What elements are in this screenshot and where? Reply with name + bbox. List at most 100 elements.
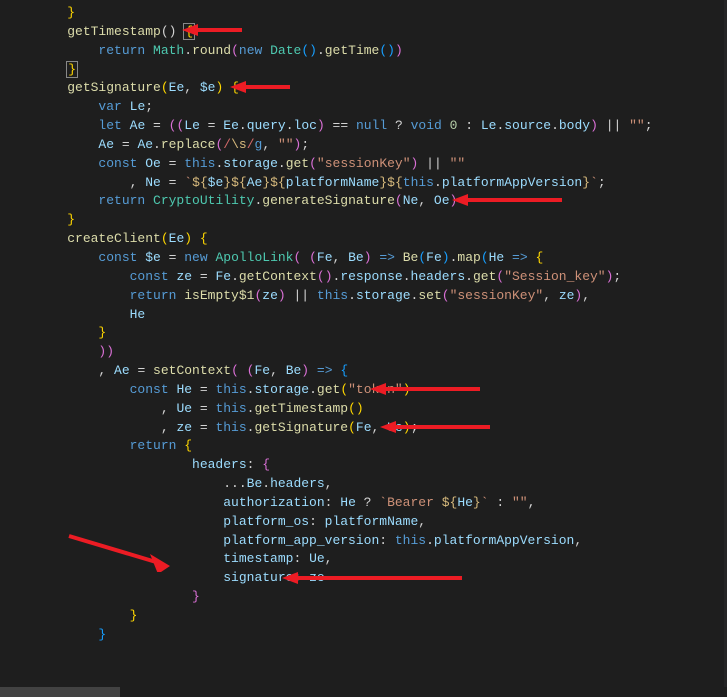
horizontal-scrollbar[interactable]	[0, 687, 727, 697]
code-line[interactable]: createClient(Ee) {	[0, 230, 727, 249]
code-token: setContext	[153, 363, 231, 378]
code-token: =>	[379, 250, 395, 265]
code-line[interactable]: timestamp: Ue,	[0, 550, 727, 569]
code-token: .	[348, 288, 356, 303]
code-token: "sessionKey"	[317, 156, 411, 171]
code-token: }	[98, 325, 106, 340]
code-line[interactable]: }	[0, 211, 727, 230]
code-token: )	[364, 250, 380, 265]
code-token: )	[184, 231, 200, 246]
code-token: Ee	[169, 231, 185, 246]
code-token: }	[192, 589, 200, 604]
code-line[interactable]: ))	[0, 343, 727, 362]
code-token: =	[192, 420, 215, 435]
code-token: :	[379, 533, 395, 548]
code-line[interactable]: , Ne = `${$e}${Ae}${platformName}${this.…	[0, 174, 727, 193]
code-token: return	[98, 43, 153, 58]
code-line[interactable]: signature: ze	[0, 569, 727, 588]
code-line[interactable]: return {	[0, 437, 727, 456]
code-token: ${	[231, 175, 247, 190]
code-line[interactable]: const He = this.storage.get("token")	[0, 381, 727, 400]
code-line[interactable]: getTimestamp() {	[0, 23, 727, 42]
code-token: ()	[317, 269, 333, 284]
code-token: this	[395, 533, 426, 548]
code-token: createClient	[67, 231, 161, 246]
code-line[interactable]: He	[0, 306, 727, 325]
code-token: =	[130, 363, 153, 378]
code-line[interactable]: , ze = this.getSignature(Fe, Ue);	[0, 419, 727, 438]
code-token: storage	[254, 382, 309, 397]
code-token: .	[434, 175, 442, 190]
code-line[interactable]: }	[0, 4, 727, 23]
code-line[interactable]: let Ae = ((Le = Ee.query.loc) == null ? …	[0, 117, 727, 136]
code-token: {	[184, 438, 192, 453]
code-line[interactable]: return CryptoUtility.generateSignature(N…	[0, 192, 727, 211]
code-token: ((	[169, 118, 185, 133]
code-line[interactable]: }	[0, 324, 727, 343]
code-line[interactable]: }	[0, 607, 727, 626]
code-token: }	[262, 175, 270, 190]
code-token: (	[418, 250, 426, 265]
code-token: ,	[418, 514, 426, 529]
code-token: platformName	[286, 175, 380, 190]
code-line[interactable]: authorization: He ? `Bearer ${He}` : "",	[0, 494, 727, 513]
code-token: getSignature	[254, 420, 348, 435]
code-token: :	[247, 457, 263, 472]
code-token: `	[590, 175, 598, 190]
code-line[interactable]: ...Be.headers,	[0, 475, 727, 494]
code-token: Le	[481, 118, 497, 133]
code-line[interactable]: headers: {	[0, 456, 727, 475]
code-token: storage	[356, 288, 411, 303]
code-token: authorization	[223, 495, 324, 510]
code-line[interactable]: const ze = Fe.getContext().response.head…	[0, 268, 727, 287]
code-line[interactable]: platform_app_version: this.platformAppVe…	[0, 532, 727, 551]
code-editor[interactable]: } getTimestamp() { return Math.round(new…	[0, 0, 727, 645]
code-token: :	[457, 118, 480, 133]
code-token: ze	[176, 269, 192, 284]
code-token: getTime	[325, 43, 380, 58]
code-token: ;	[301, 137, 309, 152]
code-token: "sessionKey"	[450, 288, 544, 303]
code-token: signature	[223, 570, 293, 585]
code-line[interactable]: var Le;	[0, 98, 727, 117]
code-line[interactable]: return Math.round(new Date().getTime())	[0, 42, 727, 61]
code-token: .	[426, 533, 434, 548]
code-token: ||	[418, 156, 449, 171]
code-token: .	[551, 118, 559, 133]
code-token: {	[183, 23, 195, 40]
horizontal-scrollbar-thumb[interactable]	[0, 687, 120, 697]
code-token: headers	[411, 269, 466, 284]
code-token: storage	[223, 156, 278, 171]
code-token: ...	[223, 476, 246, 491]
code-token: this	[215, 382, 246, 397]
code-line[interactable]: }	[0, 588, 727, 607]
code-token: headers	[192, 457, 247, 472]
code-token: Ee	[223, 118, 239, 133]
code-token: getSignature	[67, 80, 161, 95]
code-line[interactable]: const $e = new ApolloLink( (Fe, Be) => B…	[0, 249, 727, 268]
code-token: }	[130, 608, 138, 623]
code-token: :	[309, 514, 325, 529]
code-line[interactable]: }	[0, 626, 727, 645]
code-token: .	[465, 269, 473, 284]
code-token: this	[403, 175, 434, 190]
code-token: new	[184, 250, 215, 265]
code-line[interactable]: , Ae = setContext( (Fe, Be) => {	[0, 362, 727, 381]
code-token: platformAppVersion	[434, 533, 574, 548]
code-line[interactable]: const Oe = this.storage.get("sessionKey"…	[0, 155, 727, 174]
code-token: ze	[309, 570, 325, 585]
code-line[interactable]: platform_os: platformName,	[0, 513, 727, 532]
code-line[interactable]: Ae = Ae.replace(/\s/g, "");	[0, 136, 727, 155]
code-token: ,	[528, 495, 536, 510]
code-token: .	[403, 269, 411, 284]
code-line[interactable]: }	[0, 61, 727, 80]
code-token: ?	[387, 118, 410, 133]
code-token: =	[114, 137, 137, 152]
code-token: (	[395, 193, 403, 208]
code-token: get	[317, 382, 340, 397]
code-line[interactable]: , Ue = this.getTimestamp()	[0, 400, 727, 419]
code-line[interactable]: return isEmpty$1(ze) || this.storage.set…	[0, 287, 727, 306]
code-token: Ae	[98, 137, 114, 152]
code-line[interactable]: getSignature(Ee, $e) {	[0, 79, 727, 98]
code-token: ( (	[293, 250, 316, 265]
